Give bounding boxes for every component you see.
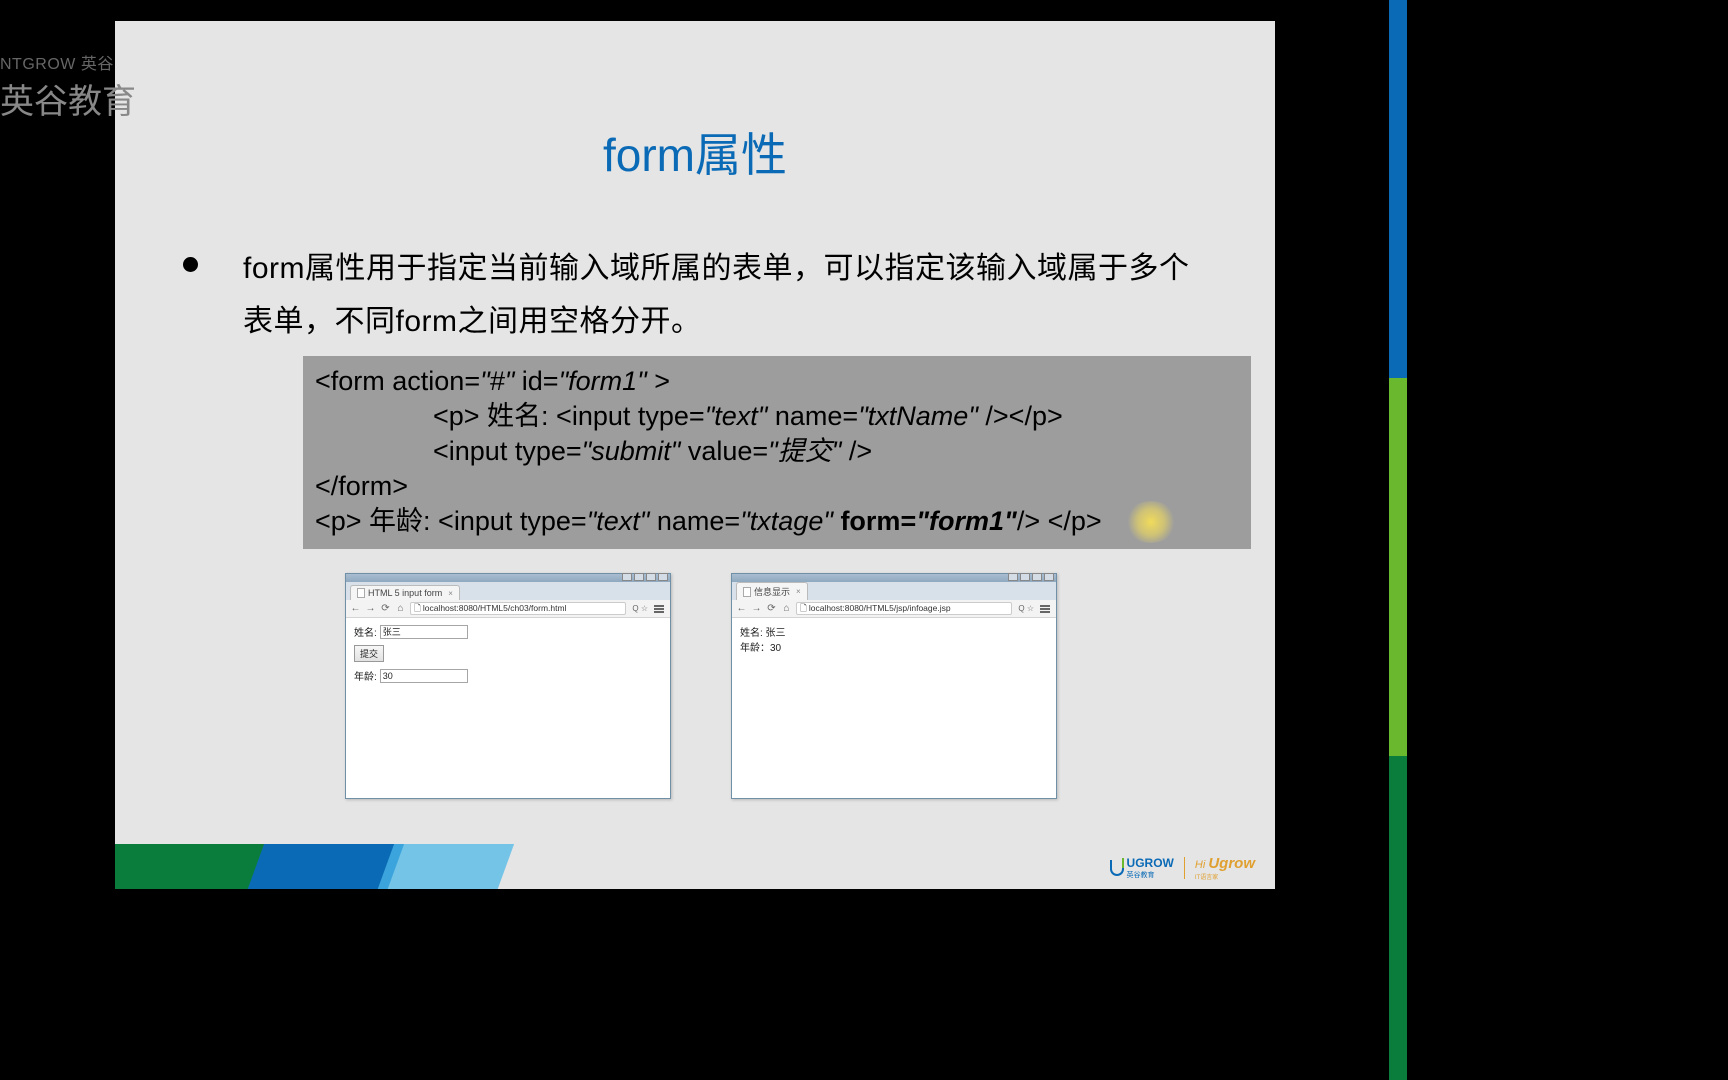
name-input[interactable]: 张三 [380,625,468,639]
watermark-main: 英谷教育 [0,74,136,123]
result-name: 姓名: 张三 [740,624,1048,639]
browser-window-2: 信息显示 × ← → ⟳ ⌂ 🗋 localhost:8080/HTML5/js… [731,573,1057,799]
url-bar[interactable]: 🗋 localhost:8080/HTML5/ch03/form.html [410,602,626,615]
url-actions[interactable]: Q ☆ [632,604,648,613]
logo-divider [1184,857,1185,879]
page-content: 姓名: 张三 提交 年龄: 30 [346,618,670,798]
hamburger-menu-icon[interactable] [1038,603,1052,615]
page-content: 姓名: 张三 年龄：30 [732,618,1056,798]
url-actions[interactable]: Q ☆ [1018,604,1034,613]
restore-icon[interactable] [646,573,656,581]
back-button[interactable]: ← [736,603,747,614]
page-icon [743,587,751,597]
reload-button[interactable]: ⟳ [766,603,777,614]
hamburger-menu-icon[interactable] [652,603,666,615]
back-button[interactable]: ← [350,603,361,614]
tab-close-icon[interactable]: × [448,589,453,598]
close-icon[interactable] [658,573,668,581]
browser-screenshots: HTML 5 input form × ← → ⟳ ⌂ 🗋 localhost:… [345,573,1215,799]
footer-decoration: UGROW 英谷教育 Hi Ugrow IT语言家 [115,844,1275,889]
slide-title: form属性 [115,21,1275,185]
reload-button[interactable]: ⟳ [380,603,391,614]
code-line-2: <p> 姓名: <input type="text" name="txtName… [315,399,1239,434]
ugrow-sub: 英谷教育 [1127,870,1174,880]
bullet-icon [183,257,198,272]
window-controls [622,573,668,581]
forward-button[interactable]: → [365,603,376,614]
browser-tabbar: 信息显示 × [732,582,1056,600]
ugrow-logo: UGROW 英谷教育 [1110,856,1174,880]
restore-icon[interactable] [1032,573,1042,581]
home-button[interactable]: ⌂ [395,603,406,614]
window-controls [1008,573,1054,581]
browser-tab[interactable]: 信息显示 × [736,582,808,600]
close-icon[interactable] [1044,573,1054,581]
maximize-icon[interactable] [1020,573,1030,581]
minimize-icon[interactable] [1008,573,1018,581]
browser-titlebar [732,574,1056,582]
home-button[interactable]: ⌂ [781,603,792,614]
page-icon [357,588,365,598]
hi-ugrow-logo: Hi Ugrow IT语言家 [1195,855,1255,881]
url-bar[interactable]: 🗋 localhost:8080/HTML5/jsp/infoage.jsp [796,602,1012,615]
code-block: <form action="#" id="form1" > <p> 姓名: <i… [303,356,1251,549]
tab-title: 信息显示 [754,585,790,598]
bullet-text: form属性用于指定当前输入域所属的表单，可以指定该输入域属于多个表单，不同fo… [243,243,1215,348]
video-watermark: NTGROW 英谷 英谷教育 [0,50,136,123]
age-label: 年龄: [354,668,377,683]
tab-close-icon[interactable]: × [796,587,801,596]
code-line-5: <p> 年龄: <input type="text" name="txtage"… [315,504,1239,539]
bullet-row: form属性用于指定当前输入域所属的表单，可以指定该输入域属于多个表单，不同fo… [183,243,1215,348]
result-age: 年龄：30 [740,639,1048,654]
video-side-stripe [1388,0,1389,1080]
maximize-icon[interactable] [634,573,644,581]
tab-title: HTML 5 input form [368,588,442,598]
browser-window-1: HTML 5 input form × ← → ⟳ ⌂ 🗋 localhost:… [345,573,671,799]
ugrow-icon [1110,860,1124,876]
ugrow-text: UGROW [1127,856,1174,870]
browser-tabbar: HTML 5 input form × [346,582,670,600]
code-line-3: <input type="submit" value="提交" /> [315,434,1239,469]
forward-button[interactable]: → [751,603,762,614]
minimize-icon[interactable] [622,573,632,581]
name-label: 姓名: [354,624,377,639]
browser-navbar: ← → ⟳ ⌂ 🗋 localhost:8080/HTML5/ch03/form… [346,600,670,618]
browser-tab[interactable]: HTML 5 input form × [350,585,460,600]
code-line-1: <form action="#" id="form1" > [315,364,1239,399]
slide-container: form属性 form属性用于指定当前输入域所属的表单，可以指定该输入域属于多个… [115,21,1275,889]
submit-button[interactable]: 提交 [354,645,384,662]
footer-logo: UGROW 英谷教育 Hi Ugrow IT语言家 [1110,855,1255,881]
browser-navbar: ← → ⟳ ⌂ 🗋 localhost:8080/HTML5/jsp/infoa… [732,600,1056,618]
browser-titlebar [346,574,670,582]
age-input[interactable]: 30 [380,669,468,683]
code-line-4: </form> [315,469,1239,504]
watermark-top: NTGROW 英谷 [0,50,136,74]
slide-content: form属性用于指定当前输入域所属的表单，可以指定该输入域属于多个表单，不同fo… [115,185,1275,799]
